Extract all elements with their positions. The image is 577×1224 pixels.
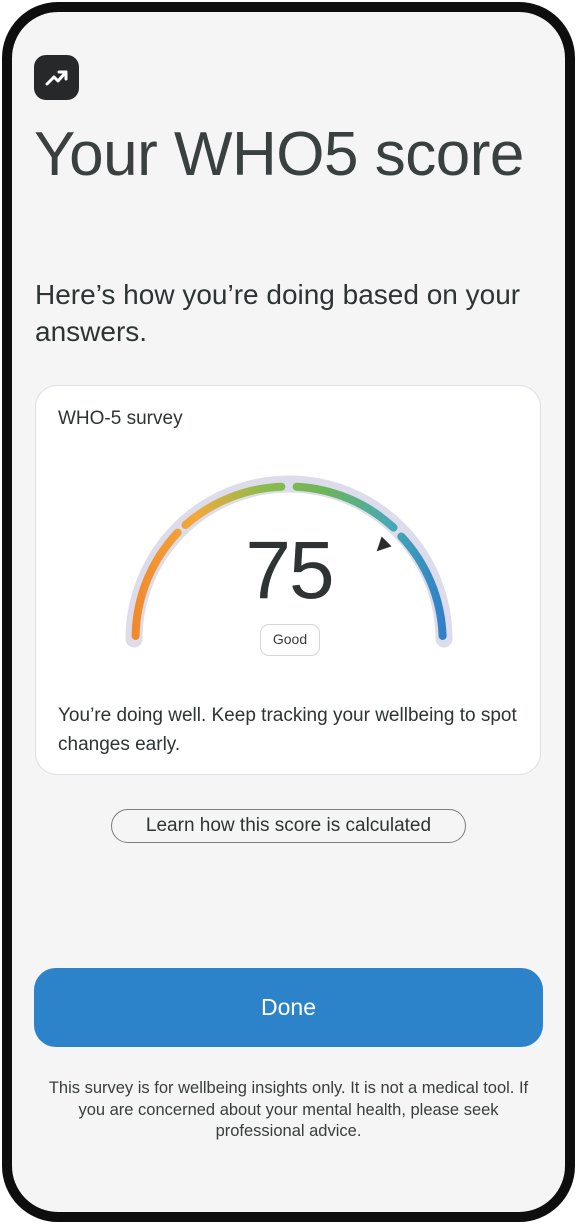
page-title: Your WHO5 score [34, 120, 524, 189]
done-button[interactable]: Done [34, 968, 543, 1047]
trending-up-icon [34, 55, 79, 100]
score-card: WHO-5 survey 75 Good You’re doing well. … [35, 385, 541, 775]
disclaimer-text: This survey is for wellbeing insights on… [48, 1079, 529, 1140]
rating-badge: Good [260, 624, 320, 656]
phone-frame: Your WHO5 score Here’s how you’re doing … [2, 2, 575, 1222]
score-value: 75 [245, 525, 334, 616]
page-subtitle: Here’s how you’re doing based on your an… [35, 279, 521, 347]
learn-how-score-calculated-button[interactable]: Learn how this score is calculated [111, 809, 466, 843]
screen: Your WHO5 score Here’s how you’re doing … [12, 12, 565, 1212]
score-description: You’re doing well. Keep tracking your we… [58, 705, 517, 755]
